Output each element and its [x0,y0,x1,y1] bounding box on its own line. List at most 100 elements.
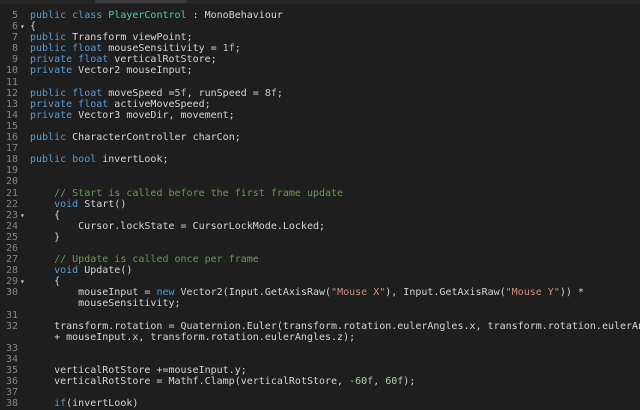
code-line[interactable]: 17 [0,143,640,154]
code-token: if [54,398,67,410]
line-number: 14 [5,109,18,121]
code-token: public [30,87,73,99]
code-line[interactable]: 26 [0,243,640,254]
fold-chevron-icon[interactable]: ▾ [20,210,30,221]
line-number: 13 [5,98,18,110]
code-token: private [30,54,79,66]
code-line[interactable]: 23 ▾ { [0,210,640,221]
line-number: 32 [5,320,18,332]
code-text: public float mouseSensitivity = 1f; [30,43,640,54]
code-token: invertLook; [102,154,169,166]
code-line[interactable]: mouseSensitivity; [0,298,640,309]
code-token: // Start is called before the first fram… [54,187,344,199]
code-text: public CharacterController charCon; [30,132,640,143]
code-token: // Update is called once per frame [54,254,259,266]
code-line[interactable]: 9 private float verticalRotStore; [0,54,640,65]
code-token: Start() [84,198,127,210]
code-line[interactable]: 25 } [0,232,640,243]
code-line[interactable]: 12 public float moveSpeed =5f, runSpeed =… [0,88,640,99]
code-token: Vector3 moveDir, movement; [78,109,235,121]
code-token: "Mouse Y" [505,287,560,299]
code-line[interactable]: 8 public float mouseSensitivity = 1f; [0,43,640,54]
code-line[interactable]: 20 [0,176,640,187]
line-number: 31 [5,309,18,321]
code-token: void [54,198,85,210]
code-text: mouseInput = new Vector2(Input.GetAxisRa… [30,287,640,298]
fold-chevron-icon[interactable]: ▾ [20,276,30,287]
code-line[interactable]: 13 private float activeMoveSpeed; [0,99,640,110]
code-token: public [30,43,73,55]
code-line[interactable]: 29 ▾ { [0,276,640,287]
line-number: 22 [5,198,18,210]
code-lines: 5 public class PlayerControl : MonoBehavi… [0,10,640,409]
code-token: bool [72,154,103,166]
code-text: private Vector3 moveDir, movement; [30,110,640,121]
code-line[interactable]: 36 verticalRotStore = Mathf.Clamp(vertic… [0,376,640,387]
line-number: 36 [5,376,18,388]
line-number: 16 [5,132,18,144]
line-number: 9 [11,54,18,66]
code-editor[interactable]: 5 public class PlayerControl : MonoBehavi… [0,0,640,410]
code-token: new [156,287,181,299]
line-number: 20 [5,176,18,188]
code-line[interactable]: 22 void Start() [0,199,640,210]
code-line[interactable]: 7 public Transform viewPoint; [0,32,640,43]
code-text: // Start is called before the first fram… [30,188,640,199]
code-text: private float verticalRotStore; [30,54,640,65]
line-number: 35 [5,365,18,376]
line-number: 5 [11,10,18,21]
code-text: // Update is called once per frame [30,254,640,265]
code-line[interactable]: 27 // Update is called once per frame [0,254,640,265]
code-token: public [30,10,73,21]
code-token: activeMoveSpeed; [114,98,211,110]
code-line[interactable]: 34 [0,354,640,365]
code-line[interactable]: 24 Cursor.lockState = CursorLockMode.Loc… [0,221,640,232]
line-number: 37 [5,387,18,399]
code-line[interactable]: 14 private Vector3 moveDir, movement; [0,110,640,121]
line-number: 12 [5,87,18,99]
code-token: { [30,209,61,221]
line-number: 27 [5,254,18,266]
code-line[interactable]: 18 public bool invertLook; [0,154,640,165]
code-line[interactable]: 15 [0,121,640,132]
code-line[interactable]: 33 [0,343,640,354]
code-line[interactable]: 5 public class PlayerControl : MonoBehavi… [0,10,640,21]
code-token: 1f [222,43,235,55]
code-token: public [30,32,73,44]
code-line[interactable]: 30 mouseInput = new Vector2(Input.GetAxi… [0,287,640,298]
code-line[interactable]: 16 public CharacterController charCon; [0,132,640,143]
fold-chevron-icon[interactable]: ▾ [20,21,30,32]
code-line[interactable]: 28 void Update() [0,265,640,276]
code-line[interactable]: 10 private Vector2 mouseInput; [0,65,640,76]
code-line[interactable]: 19 [0,165,640,176]
code-line[interactable]: 31 [0,310,640,321]
code-line[interactable]: 35 verticalRotStore +=mouseInput.y; [0,365,640,376]
code-token: 60f [385,376,404,388]
code-text: } [30,232,640,243]
code-text: { [30,21,640,32]
code-line[interactable]: 37 [0,387,640,398]
code-text: private float activeMoveSpeed; [30,99,640,110]
code-token: float [78,54,115,66]
code-text: + mouseInput.x, transform.rotation.euler… [30,332,640,343]
active-tab[interactable] [95,0,187,3]
code-line[interactable]: 32 transform.rotation = Quaternion.Euler… [0,321,640,332]
code-line[interactable]: 11 [0,77,640,88]
code-line[interactable]: 38 if(invertLook) [0,398,640,409]
line-number: 19 [5,165,18,177]
code-line[interactable]: + mouseInput.x, transform.rotation.euler… [0,332,640,343]
line-number: 8 [11,43,18,55]
line-number: 38 [5,398,18,410]
code-token: float [78,98,115,110]
code-line[interactable]: 6 ▾{ [0,21,640,32]
code-token: { [30,21,37,33]
code-text: private Vector2 mouseInput; [30,65,640,76]
code-text: { [30,210,640,221]
code-line[interactable]: 21 // Start is called before the first f… [0,188,640,199]
code-token: ), Input.GetAxisRaw( [385,287,506,299]
line-number: 28 [5,265,18,277]
code-token: mouseSensitivity; [30,298,181,310]
code-token: private [30,65,79,77]
